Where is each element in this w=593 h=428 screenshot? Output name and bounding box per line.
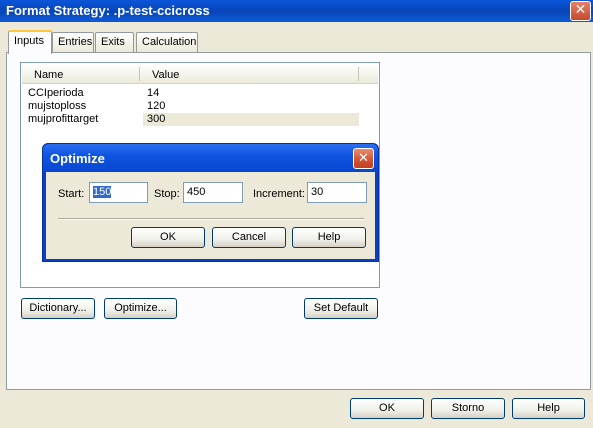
row-name: CCIperioda <box>28 87 84 99</box>
dialog-separator <box>58 218 364 220</box>
list-row[interactable]: CCIperioda 14 <box>22 87 378 100</box>
row-name: mujprofittarget <box>28 113 99 125</box>
optimize-dialog-body: Start: 150 Stop: 450 Increment: 30 OK Ca… <box>46 172 375 259</box>
optimize-dialog: Optimize ✕ Start: 150 Stop: 450 Incremen… <box>42 143 379 262</box>
column-divider[interactable] <box>358 67 359 81</box>
increment-input[interactable]: 30 <box>307 182 367 203</box>
close-icon: ✕ <box>358 151 369 166</box>
stop-label: Stop: <box>154 188 180 200</box>
close-icon: ✕ <box>574 2 587 18</box>
optimize-help-button[interactable]: Help <box>292 227 366 248</box>
optimize-ok-button[interactable]: OK <box>131 227 205 248</box>
increment-label: Increment: <box>253 188 305 200</box>
row-value[interactable]: 300 <box>143 113 359 126</box>
optimize-button[interactable]: Optimize... <box>104 298 177 319</box>
set-default-button[interactable]: Set Default <box>304 298 378 319</box>
stop-input[interactable]: 450 <box>183 182 243 203</box>
list-header: Name Value <box>22 64 378 84</box>
window-titlebar: Format Strategy: .p-test-ccicross <box>0 0 593 22</box>
stop-input-value: 450 <box>187 186 206 198</box>
tab-calculation-label: Calculation <box>142 36 197 48</box>
ok-button[interactable]: OK <box>350 398 424 419</box>
row-value[interactable]: 120 <box>143 100 359 113</box>
tab-inputs-label: Inputs <box>14 35 44 47</box>
start-input-value: 150 <box>93 186 112 198</box>
column-divider[interactable] <box>139 67 140 81</box>
tab-exits[interactable]: Exits <box>95 32 134 52</box>
start-label: Start: <box>58 188 85 200</box>
tab-entries[interactable]: Entries <box>52 32 94 52</box>
tab-entries-label: Entries <box>58 36 93 48</box>
optimize-dialog-titlebar[interactable]: Optimize <box>43 144 378 172</box>
optimize-dialog-title: Optimize <box>50 151 105 166</box>
dictionary-button[interactable]: Dictionary... <box>21 298 95 319</box>
optimize-cancel-button[interactable]: Cancel <box>212 227 286 248</box>
window-title: Format Strategy: .p-test-ccicross <box>6 3 210 18</box>
row-value[interactable]: 14 <box>143 87 359 100</box>
list-row-selected[interactable]: mujprofittarget 300 <box>22 113 378 126</box>
row-name: mujstoploss <box>28 100 87 112</box>
start-input[interactable]: 150 <box>89 182 148 203</box>
column-header-name[interactable]: Name <box>26 64 146 84</box>
increment-input-value: 30 <box>311 186 324 198</box>
help-button[interactable]: Help <box>512 398 585 419</box>
tab-exits-label: Exits <box>101 36 125 48</box>
window-close-button[interactable]: ✕ <box>570 1 591 21</box>
tab-calculation[interactable]: Calculation <box>136 32 198 52</box>
storno-button[interactable]: Storno <box>431 398 505 419</box>
column-header-value[interactable]: Value <box>144 64 344 84</box>
list-row[interactable]: mujstoploss 120 <box>22 100 378 113</box>
tab-inputs[interactable]: Inputs <box>8 30 52 54</box>
optimize-close-button[interactable]: ✕ <box>353 148 374 169</box>
